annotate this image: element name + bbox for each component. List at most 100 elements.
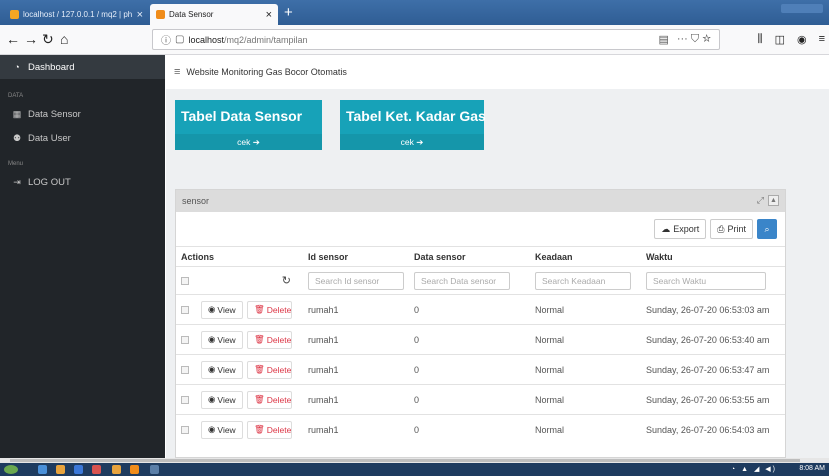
refresh-icon[interactable]: ↻ [282,274,291,287]
new-tab-icon[interactable]: + [284,4,293,22]
page-info-icon[interactable]: ⓘ [161,32,171,47]
delete-button[interactable]: 🗑 Delete [247,390,292,409]
start-icon[interactable] [4,465,18,474]
sign-out-icon: ⇥ [13,176,21,187]
column-header-keadaan[interactable]: Keadaan [530,246,641,267]
search-data-sensor-input[interactable]: Search Data sensor [414,271,510,290]
expand-icon[interactable]: ⤢ [757,195,764,206]
scrollbar-thumb[interactable] [10,459,800,462]
cell-keadaan: Normal [530,384,641,415]
view-button[interactable]: ◉ View [201,360,243,379]
window-controls[interactable] [781,4,823,13]
taskbar-firefox-icon[interactable] [130,465,139,474]
row-checkbox[interactable] [181,365,189,374]
trash-icon: 🗑 [254,424,265,435]
view-button[interactable]: ◉ View [201,420,243,439]
extension-icon[interactable]: ◉ [797,33,807,46]
delete-label: Delete [266,424,292,435]
cloud-icon: ☁ [661,223,671,234]
eye-icon: ◉ [208,334,216,344]
browser-tab-bar: localhost / 127.0.0.1 / mq2 | ph × Data … [0,0,829,25]
card-link-cek[interactable]: cek ➔ [340,134,484,150]
taskbar-app-icon[interactable] [150,465,159,474]
panel-title: sensor [182,196,210,206]
tab-label: Data Sensor [169,10,214,19]
arrow-circle-right-icon: ➔ [416,136,424,147]
trash-icon: 🗑 [254,364,265,374]
search-keadaan-input[interactable]: Search Keadaan [535,271,631,290]
delete-button[interactable]: 🗑 Delete [247,420,292,439]
card-link-label: cek [400,137,414,147]
sensor-panel: sensor ⤢ ▲ ☁ Export ⎙ Print ⌕ Actions Id… [175,189,786,458]
print-label: Print [727,224,746,234]
row-checkbox[interactable] [181,305,189,314]
print-button[interactable]: ⎙ Print [710,219,753,239]
sensor-table: Actions Id sensor Data sensor Keadaan Wa… [176,246,785,445]
page-actions[interactable]: ··· ⛉ ☆ [677,33,711,46]
view-button[interactable]: ◉ View [201,300,243,319]
page-icon: ▢ [175,34,185,45]
taskbar-clock[interactable]: 8:08 AM [799,465,825,472]
url-host: localhost [188,34,224,45]
filter-row: ↻ Search Id sensor Search Data sensor Se… [176,266,785,295]
home-icon[interactable]: ⌂ [60,30,68,48]
taskbar-app-icon[interactable] [112,465,121,474]
row-checkbox[interactable] [181,395,189,404]
export-button[interactable]: ☁ Export [654,219,707,239]
hamburger-icon[interactable]: ≡ [174,66,180,78]
collapse-icon[interactable]: ▲ [768,195,779,206]
reader-mode-icon[interactable]: ▤ [658,33,668,46]
card-link-cek[interactable]: cek ➔ [175,134,322,150]
sidebar-item-logout[interactable]: ⇥ LOG OUT [0,173,165,191]
column-header-id-sensor[interactable]: Id sensor [303,246,409,267]
sidebar-item-dashboard[interactable]: ◔ Dashboard [0,55,165,79]
view-label: View [217,334,236,345]
reload-icon[interactable]: ↻ [42,30,54,48]
favicon-icon [156,10,165,19]
menu-icon[interactable]: ≡ [819,33,825,46]
cell-data-sensor: 0 [409,324,530,355]
search-icon: ⌕ [764,223,770,234]
delete-button[interactable]: 🗑 Delete [247,330,292,349]
system-tray[interactable]: ◔ ▲ ◢ ◀) [731,465,777,473]
browser-tab-phpmyadmin[interactable]: localhost / 127.0.0.1 / mq2 | ph × [4,4,149,25]
library-icon[interactable]: ⫼ [758,33,763,46]
favicon-icon [10,10,19,19]
cell-keadaan: Normal [530,324,641,355]
export-label: Export [673,224,700,234]
sidebar-item-data-user[interactable]: ⚉ Data User [0,129,165,147]
column-header-actions[interactable]: Actions [176,246,303,267]
browser-tab-data-sensor[interactable]: Data Sensor × [150,4,278,25]
taskbar-app-icon[interactable] [74,465,83,474]
view-button[interactable]: ◉ View [201,330,243,349]
search-button[interactable]: ⌕ [757,219,777,239]
trash-icon: 🗑 [254,334,265,344]
cell-waktu: Sunday, 26-07-20 06:53:40 am [641,324,785,355]
close-tab-icon[interactable]: × [266,9,272,21]
url-bar[interactable]: ⓘ ▢ localhost/mq2/admin/tampilan ▤ ··· ⛉ … [152,29,720,50]
search-waktu-input[interactable]: Search Waktu [646,271,766,290]
delete-label: Delete [266,364,292,375]
cell-id-sensor: rumah1 [303,294,409,325]
taskbar-app-icon[interactable] [92,465,101,474]
sidebar-item-data-sensor[interactable]: ▦ Data Sensor [0,105,165,123]
sidebar-heading-data: DATA [8,93,24,99]
close-tab-icon[interactable]: × [137,9,143,21]
column-header-data-sensor[interactable]: Data sensor [409,246,530,267]
view-button[interactable]: ◉ View [201,390,243,409]
column-header-waktu[interactable]: Waktu [641,246,785,267]
back-icon[interactable]: ← [6,30,20,48]
delete-button[interactable]: 🗑 Delete [247,360,292,379]
taskbar-app-icon[interactable] [56,465,65,474]
taskbar-app-icon[interactable] [38,465,47,474]
delete-button[interactable]: 🗑 Delete [247,300,292,319]
view-label: View [217,394,236,405]
search-id-sensor-input[interactable]: Search Id sensor [308,271,404,290]
select-all-checkbox[interactable] [181,276,189,285]
cell-id-sensor: rumah1 [303,384,409,415]
row-checkbox[interactable] [181,425,189,434]
view-label: View [217,304,236,315]
sidebar-toggle-icon[interactable]: ◫ [775,33,785,46]
row-checkbox[interactable] [181,335,189,344]
forward-icon[interactable]: → [24,30,38,48]
